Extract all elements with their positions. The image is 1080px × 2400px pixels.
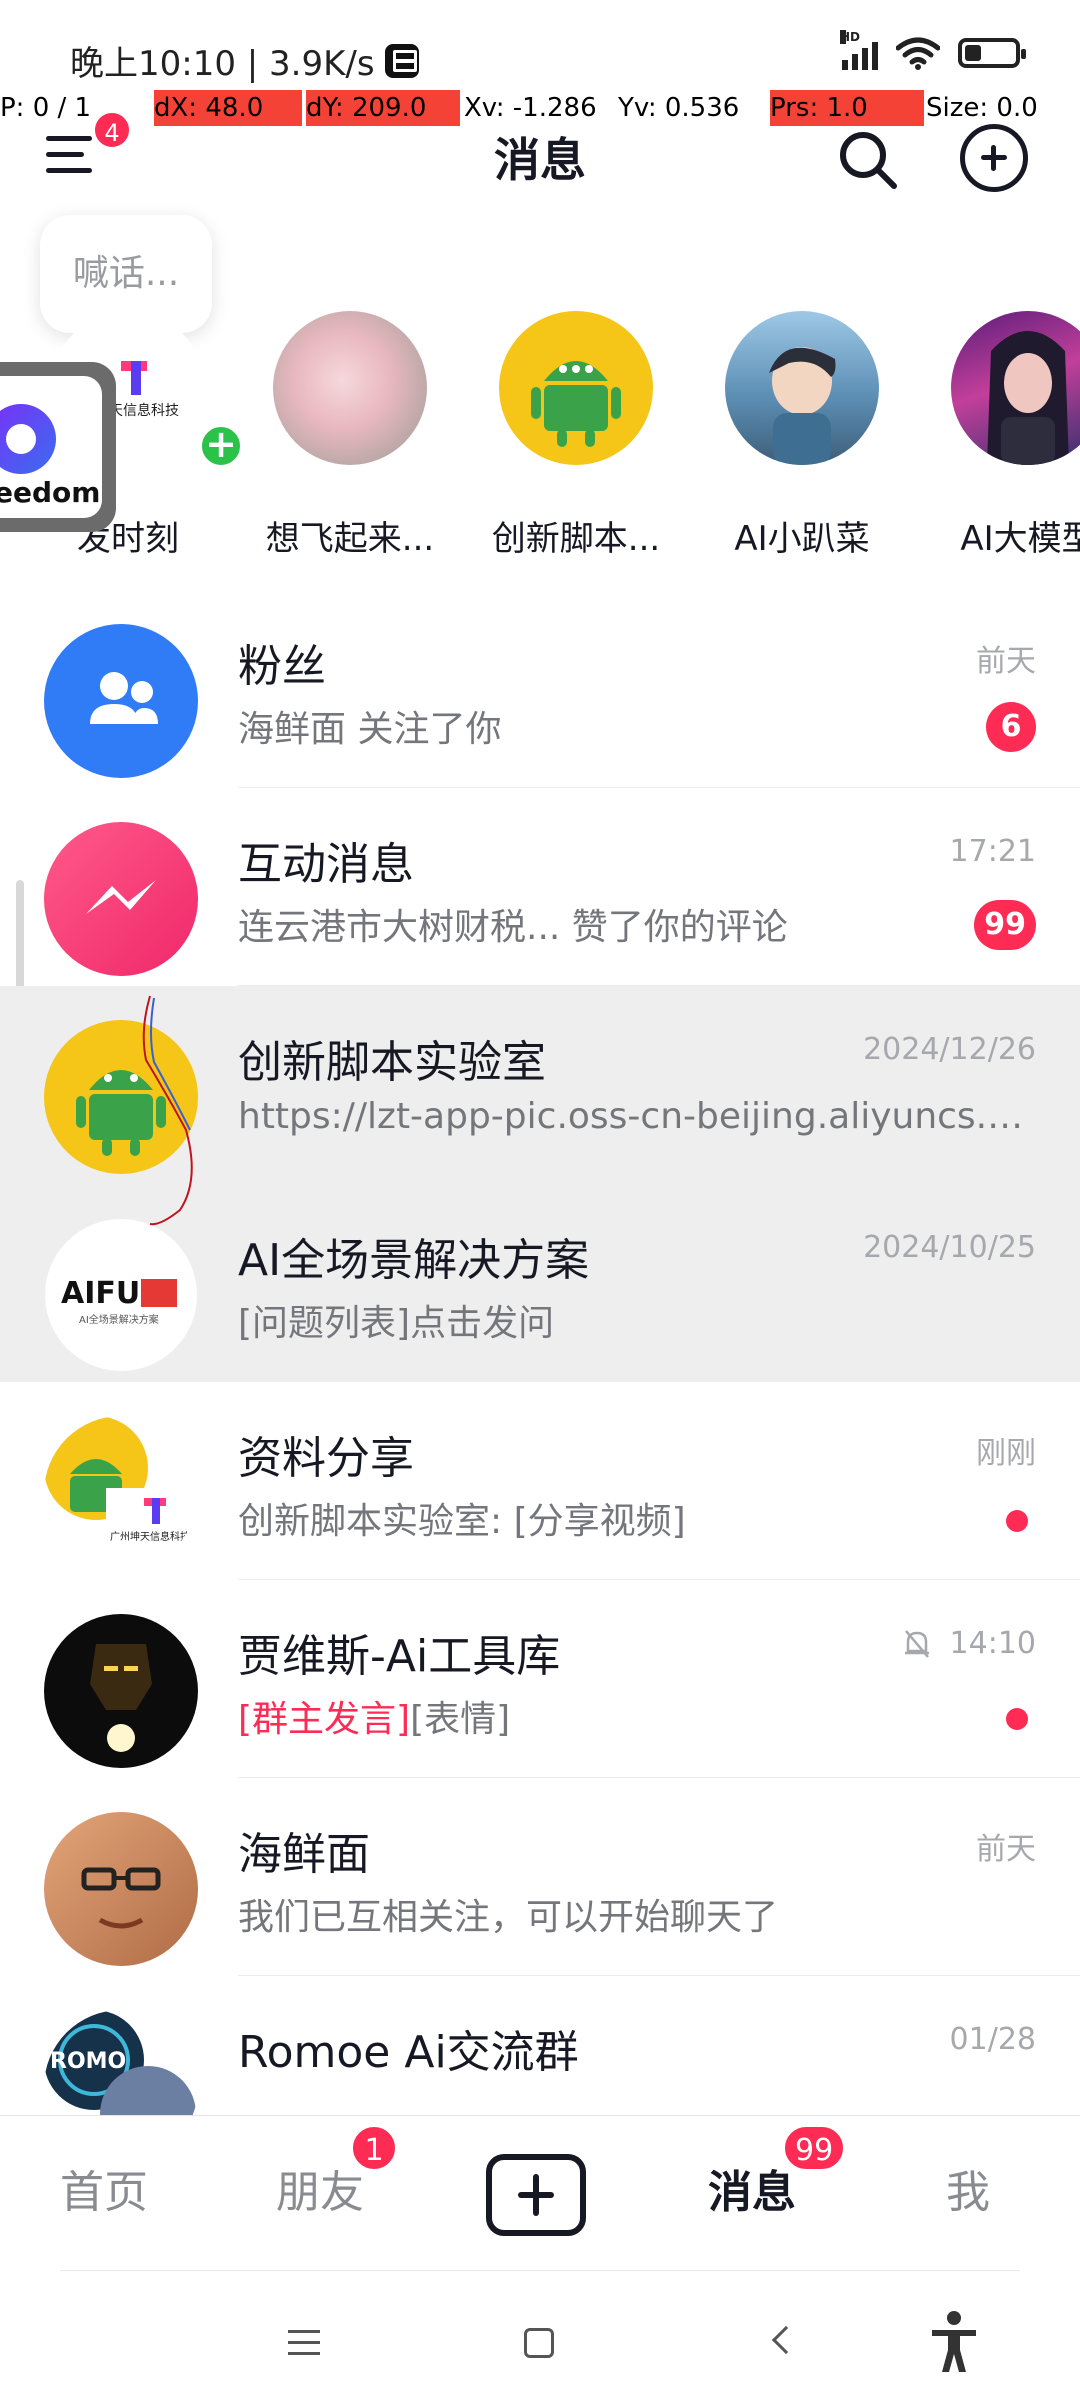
story-avatar xyxy=(725,311,879,465)
conversation-title: 资料分享 xyxy=(238,1433,414,1484)
conversation-time: 17:21 xyxy=(949,834,1036,869)
conversation-preview: 海鲜面 关注了你 xyxy=(238,709,502,750)
svg-text:ROMO: ROMO xyxy=(50,2049,126,2074)
aifu-logo-icon: AIFU AI全场景解决方案 xyxy=(61,1276,177,1326)
cartoon-avatar xyxy=(44,1812,198,1966)
unread-badge: 99 xyxy=(974,900,1036,950)
story-name: 创新脚本... xyxy=(491,519,661,559)
messenger-icon xyxy=(86,880,156,914)
mute-bell-icon xyxy=(904,1629,929,1658)
conversation-title: 创新脚本实验室 xyxy=(238,1037,546,1088)
conversation-time: 14:10 xyxy=(900,1626,1036,1661)
svg-text:AI全场景解决方案: AI全场景解决方案 xyxy=(79,1313,159,1326)
conversation-romoe[interactable]: ROMO Romoe Ai交流群 01/28 xyxy=(0,1976,1080,2116)
status-time-speed: 晚上10:10 | 3.9K/s xyxy=(70,44,375,84)
tab-me[interactable]: 我 xyxy=(946,2156,990,2220)
conversation-title: 互动消息 xyxy=(238,839,414,890)
conversation-title: AI全场景解决方案 xyxy=(238,1235,590,1286)
fans-avatar xyxy=(44,624,198,778)
status-right: HD xyxy=(840,30,1026,70)
search-icon[interactable] xyxy=(836,128,900,192)
conversation-time: 前天 xyxy=(976,1832,1036,1867)
hd-label: HD xyxy=(840,30,861,44)
unread-dot xyxy=(1006,1708,1028,1730)
bottom-nav: 首页 朋友 1 消息 99 我 xyxy=(0,2115,1080,2275)
aifu-avatar: AIFU AI全场景解决方案 xyxy=(44,1218,198,1372)
page-title: 消息 xyxy=(494,133,586,187)
signal-icon: HD xyxy=(840,30,878,70)
conversation-preview: 连云港市大树财税... 赞了你的评论 xyxy=(238,907,788,948)
unread-dot xyxy=(1006,1510,1028,1532)
back-icon[interactable] xyxy=(771,2325,801,2355)
stories-row: 州坤天信息科技 + 发时刻 想飞起来... 创新脚本... AI小趴菜 AI大模… xyxy=(0,305,1080,575)
conversation-preview: [问题列表]点击发问 xyxy=(238,1303,555,1344)
svg-text:广州坤天信息科技: 广州坤天信息科技 xyxy=(110,1530,190,1543)
conversation-haixianmian[interactable]: 海鲜面 我们已互相关注，可以开始聊天了 前天 xyxy=(0,1778,1080,1976)
group-avatar: 广州坤天信息科技 xyxy=(44,1416,198,1570)
conversation-preview: [群主发言][表情] xyxy=(238,1699,511,1740)
conversation-title: 海鲜面 xyxy=(238,1829,370,1880)
touch-trace xyxy=(142,995,193,1226)
romoe-avatar: ROMO xyxy=(44,2010,198,2116)
story-item-ai-cai[interactable]: AI小趴菜 xyxy=(712,305,892,559)
unread-badge: 6 xyxy=(986,702,1036,752)
status-bar: 晚上10:10 | 3.9K/s HD xyxy=(0,0,1080,90)
battery-icon xyxy=(958,38,1026,68)
story-avatar xyxy=(951,311,1080,465)
conversation-jarvis[interactable]: 贾维斯-Ai工具库 [群主发言][表情] 14:10 xyxy=(0,1580,1080,1778)
recent-apps-icon[interactable] xyxy=(288,2330,320,2356)
tab-home[interactable]: 首页 xyxy=(60,2156,148,2220)
story-item-innovation[interactable]: 创新脚本... xyxy=(486,305,666,559)
freedom-logo-text: eedom xyxy=(0,476,101,509)
interactions-avatar xyxy=(44,822,198,976)
accessibility-icon[interactable] xyxy=(928,2310,980,2374)
story-item-fly[interactable]: 想飞起来... xyxy=(260,305,440,559)
add-story-button[interactable]: + xyxy=(198,423,244,469)
conversation-preview: https://lzt-app-pic.oss-cn-beijing.aliyu… xyxy=(238,1096,1038,1137)
android-avatar xyxy=(499,311,653,465)
conversation-time: 2024/10/25 xyxy=(863,1230,1036,1265)
nav-divider xyxy=(60,2270,1020,2271)
home-icon[interactable] xyxy=(524,2328,554,2358)
messages-badge: 99 xyxy=(782,2124,847,2172)
capcut-icon xyxy=(384,43,419,78)
add-icon[interactable] xyxy=(960,124,1028,192)
story-name: 想飞起来... xyxy=(265,519,435,559)
conversation-time: 刚刚 xyxy=(976,1436,1036,1471)
friends-badge: 1 xyxy=(350,2124,398,2172)
conversation-time: 2024/12/26 xyxy=(863,1032,1036,1067)
story-avatar xyxy=(273,311,427,465)
conversation-title: 粉丝 xyxy=(238,641,326,692)
story-name: AI大模型 xyxy=(960,519,1080,559)
system-nav xyxy=(0,2280,1080,2400)
status-left: 晚上10:10 | 3.9K/s xyxy=(70,36,419,85)
tab-friends[interactable]: 朋友 xyxy=(276,2156,364,2220)
people-icon xyxy=(90,672,158,724)
story-name: AI小趴菜 xyxy=(734,519,870,559)
conversation-title: Romoe Ai交流群 xyxy=(238,2027,579,2078)
conversation-preview: 我们已互相关注，可以开始聊天了 xyxy=(238,1897,779,1938)
freedom-logo-icon xyxy=(0,404,56,474)
conversation-time: 前天 xyxy=(976,644,1036,679)
conversation-title: 贾维斯-Ai工具库 xyxy=(238,1631,561,1682)
conversation-fans[interactable]: 粉丝 海鲜面 关注了你 前天 6 xyxy=(0,590,1080,788)
header: 4 消息 xyxy=(0,110,1080,220)
floating-freedom-button[interactable]: eedom xyxy=(0,362,116,532)
conversation-preview: 创新脚本实验室: [分享视频] xyxy=(238,1501,686,1542)
story-item-ai-model[interactable]: AI大模型 xyxy=(938,305,1080,559)
svg-text:AIFU: AIFU xyxy=(61,1276,140,1311)
tab-messages[interactable]: 消息 xyxy=(708,2156,796,2220)
create-button[interactable] xyxy=(486,2154,586,2236)
ironman-avatar xyxy=(44,1614,198,1768)
wifi-icon xyxy=(896,37,940,70)
conversation-interactions[interactable]: 互动消息 连云港市大树财税... 赞了你的评论 17:21 99 xyxy=(0,788,1080,986)
conversation-time: 01/28 xyxy=(949,2022,1036,2057)
conversation-resources[interactable]: 广州坤天信息科技 资料分享 创新脚本实验室: [分享视频] 刚刚 xyxy=(0,1382,1080,1580)
